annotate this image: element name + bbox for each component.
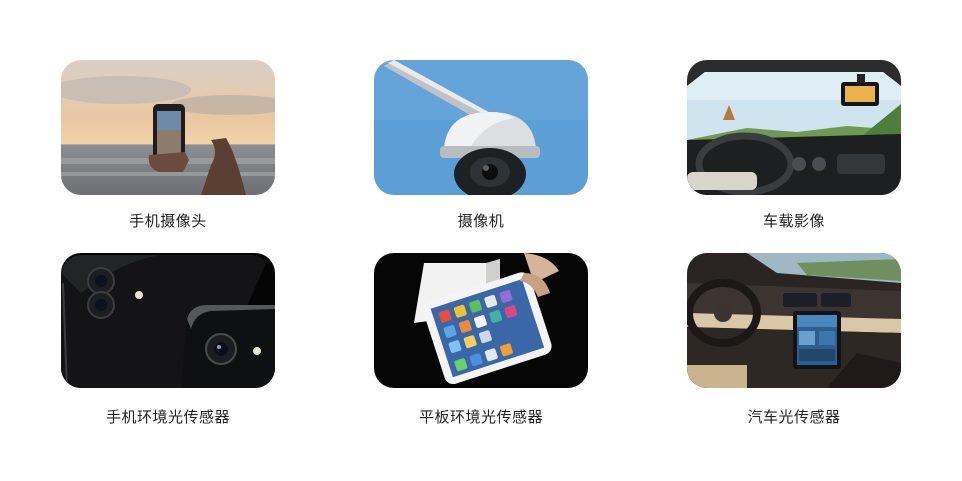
phone-camera-photo [61,60,275,195]
card-label: 汽车光传感器 [747,408,841,426]
application-card-camera: 摄像机 [374,60,588,230]
card-label: 摄像机 [457,212,505,230]
application-card-tablet-light-sensor: 平板环境光传感器 [374,253,588,426]
card-label: 平板环境光传感器 [418,408,543,426]
security-camera-photo [374,60,588,195]
application-card-dashcam: 车载影像 [687,60,901,230]
tablet-photo [374,253,588,388]
smartphones-photo [61,253,275,388]
application-card-phone-camera: 手机摄像头 [61,60,275,230]
card-label: 手机环境光传感器 [105,408,230,426]
card-label: 车载影像 [762,212,825,230]
card-label: 手机摄像头 [129,212,207,230]
application-card-car-light-sensor: 汽车光传感器 [687,253,901,426]
dashcam-photo [687,60,901,195]
car-dashboard-photo [687,253,901,388]
application-card-phone-light-sensor: 手机环境光传感器 [61,253,275,426]
